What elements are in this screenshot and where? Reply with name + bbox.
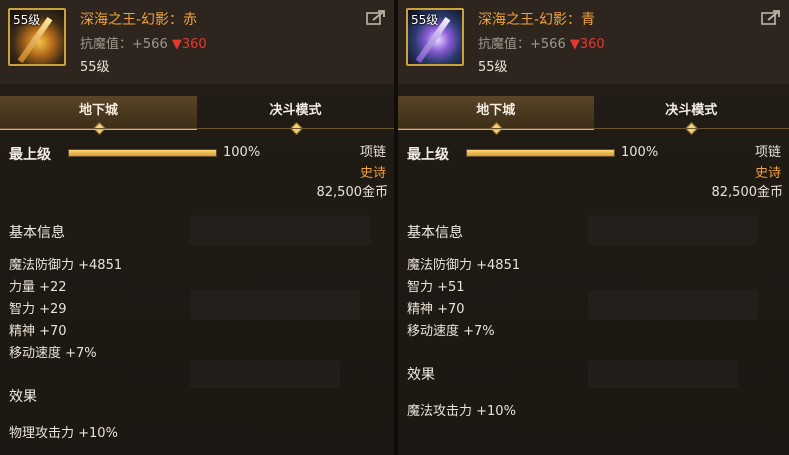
item-title: 深海之王-幻影：赤 xyxy=(80,12,198,28)
basic-info-title: 基本信息 xyxy=(9,225,65,241)
stat-item: 魔法防御力 +4851 xyxy=(9,258,123,273)
stat-item: 智力 +51 xyxy=(407,280,465,295)
max-level-bar xyxy=(68,149,217,157)
max-level-label: 最上级 xyxy=(9,147,51,163)
stat-list: 魔法防御力 +4851 智力 +51 精神 +70 移动速度 +7% xyxy=(407,255,520,343)
anti-magic-label: 抗魔值： xyxy=(80,37,133,52)
item-level: 55级 xyxy=(80,60,110,75)
icon-level-badge: 55级 xyxy=(13,13,41,27)
stat-item: 精神 +70 xyxy=(407,302,465,317)
anti-magic-row: 抗魔值：+566 ▼360 xyxy=(80,33,207,52)
effect-item: 魔法攻击力 +10% xyxy=(407,404,516,419)
stat-item: 移动速度 +7% xyxy=(407,324,495,339)
max-level-bar xyxy=(466,149,615,157)
stat-item: 智力 +29 xyxy=(9,302,67,317)
stat-item: 精神 +70 xyxy=(9,324,67,339)
anti-magic-row: 抗魔值：+566 ▼360 xyxy=(478,33,605,52)
mode-tabs: 地下城 决斗模式 xyxy=(0,96,394,135)
item-slot: 项链 xyxy=(359,145,386,160)
basic-info-title: 基本信息 xyxy=(407,225,463,241)
item-tooltip-left: 55级 深海之王-幻影：赤 抗魔值：+566 ▼360 55级 地下城 决斗模式… xyxy=(0,0,394,455)
share-icon[interactable] xyxy=(761,9,781,25)
tab-dungeon[interactable]: 地下城 xyxy=(398,96,594,135)
effect-item: 物理攻击力 +10% xyxy=(9,426,118,441)
stat-item: 魔法防御力 +4851 xyxy=(407,258,521,273)
tab-dungeon-label: 地下城 xyxy=(78,103,118,118)
tab-pvp-label: 决斗模式 xyxy=(269,103,322,118)
item-header: 55级 深海之王-幻影：青 抗魔值：+566 ▼360 55级 xyxy=(398,0,789,84)
item-price: 82,500金币 xyxy=(711,185,784,200)
anti-magic-value: +566 xyxy=(530,37,566,52)
tab-dungeon[interactable]: 地下城 xyxy=(0,96,197,135)
item-level: 55级 xyxy=(478,60,508,75)
max-level-percent: 100% xyxy=(621,145,659,160)
stat-item: 力量 +22 xyxy=(9,280,67,295)
share-icon[interactable] xyxy=(366,9,386,25)
stat-list: 魔法防御力 +4851 力量 +22 智力 +29 精神 +70 移动速度 +7… xyxy=(9,255,122,365)
tab-pvp-label: 决斗模式 xyxy=(665,103,718,118)
item-slot: 项链 xyxy=(754,145,781,160)
max-level-bar-fill xyxy=(467,150,614,156)
icon-level-badge: 55级 xyxy=(411,13,439,27)
max-level-percent: 100% xyxy=(223,145,261,160)
stat-item: 移动速度 +7% xyxy=(9,346,97,361)
max-level-label: 最上级 xyxy=(407,147,449,163)
anti-magic-value: +566 xyxy=(132,37,168,52)
item-rarity: 史诗 xyxy=(359,166,386,181)
mode-tabs: 地下城 决斗模式 xyxy=(398,96,789,135)
item-header: 55级 深海之王-幻影：赤 抗魔值：+566 ▼360 55级 xyxy=(0,0,394,84)
tab-pvp[interactable]: 决斗模式 xyxy=(594,96,789,135)
anti-magic-decrease: ▼360 xyxy=(171,37,207,52)
item-icon[interactable]: 55级 xyxy=(406,8,464,66)
item-price: 82,500金币 xyxy=(316,185,389,200)
anti-magic-decrease: ▼360 xyxy=(569,37,605,52)
max-level-bar-fill xyxy=(69,150,216,156)
item-tooltip-right: 55级 深海之王-幻影：青 抗魔值：+566 ▼360 55级 地下城 决斗模式… xyxy=(398,0,789,455)
item-title: 深海之王-幻影：青 xyxy=(478,12,596,28)
item-rarity: 史诗 xyxy=(754,166,781,181)
anti-magic-label: 抗魔值： xyxy=(478,37,531,52)
tab-dungeon-label: 地下城 xyxy=(476,103,516,118)
item-icon[interactable]: 55级 xyxy=(8,8,66,66)
tab-pvp[interactable]: 决斗模式 xyxy=(197,96,394,135)
effects-title: 效果 xyxy=(9,389,37,405)
effects-title: 效果 xyxy=(407,367,435,383)
